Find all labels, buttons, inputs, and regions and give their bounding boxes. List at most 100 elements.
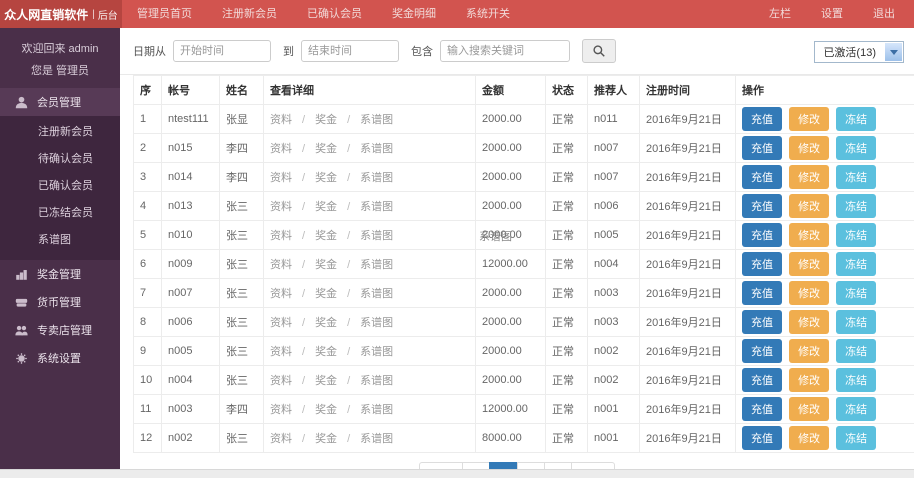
status-filter-select[interactable]: 已激活(13) [814, 41, 904, 63]
edit-button[interactable]: 修改 [789, 107, 829, 131]
member-submenu: 注册新会员 待确认会员 已确认会员 已冻结会员 系谱图 [0, 116, 120, 260]
bonus-link[interactable]: 奖金 [315, 259, 337, 271]
bonus-link[interactable]: 奖金 [315, 317, 337, 329]
freeze-button[interactable]: 冻结 [836, 426, 876, 450]
bonus-link[interactable]: 奖金 [315, 114, 337, 126]
genealogy-link[interactable]: 系谱图 [360, 114, 393, 126]
bonus-link[interactable]: 奖金 [315, 346, 337, 358]
edit-button[interactable]: 修改 [789, 397, 829, 421]
edit-button[interactable]: 修改 [789, 368, 829, 392]
genealogy-link[interactable]: 系谱图 [360, 172, 393, 184]
topnav-bonus-detail[interactable]: 奖金明细 [377, 0, 451, 28]
app-logo[interactable]: 众人网直销软件 | 后台 [0, 0, 122, 28]
sidebar-item-bonus-management[interactable]: 奖金管理 [0, 260, 120, 288]
profile-link[interactable]: 资料 [270, 433, 292, 445]
genealogy-link[interactable]: 系谱图 [360, 230, 393, 242]
recharge-button[interactable]: 充值 [742, 194, 782, 218]
recharge-button[interactable]: 充值 [742, 339, 782, 363]
freeze-button[interactable]: 冻结 [836, 310, 876, 334]
edit-button[interactable]: 修改 [789, 426, 829, 450]
topnav-system-switch[interactable]: 系统开关 [451, 0, 525, 28]
profile-link[interactable]: 资料 [270, 288, 292, 300]
recharge-button[interactable]: 充值 [742, 281, 782, 305]
profile-link[interactable]: 资料 [270, 172, 292, 184]
profile-link[interactable]: 资料 [270, 114, 292, 126]
profile-link[interactable]: 资料 [270, 230, 292, 242]
bonus-link[interactable]: 奖金 [315, 288, 337, 300]
sidebar-item-register-new-member[interactable]: 注册新会员 [0, 119, 120, 146]
edit-button[interactable]: 修改 [789, 281, 829, 305]
topnav-settings[interactable]: 设置 [806, 0, 858, 28]
sidebar-item-confirmed-members[interactable]: 已确认会员 [0, 173, 120, 200]
topnav-admin-home[interactable]: 管理员首页 [122, 0, 207, 28]
bonus-link[interactable]: 奖金 [315, 404, 337, 416]
genealogy-link[interactable]: 系谱图 [360, 346, 393, 358]
edit-button[interactable]: 修改 [789, 252, 829, 276]
freeze-button[interactable]: 冻结 [836, 397, 876, 421]
bonus-link[interactable]: 奖金 [315, 172, 337, 184]
edit-button[interactable]: 修改 [789, 194, 829, 218]
sidebar-item-member-management[interactable]: 会员管理 [0, 88, 120, 116]
bonus-link[interactable]: 奖金 [315, 201, 337, 213]
recharge-button[interactable]: 充值 [742, 107, 782, 131]
cell-actions: 充值 修改 冻结 [736, 250, 914, 279]
topnav-left-column[interactable]: 左栏 [754, 0, 806, 28]
genealogy-link[interactable]: 系谱图 [360, 143, 393, 155]
sidebar-item-currency-management[interactable]: 货币管理 [0, 288, 120, 316]
freeze-button[interactable]: 冻结 [836, 165, 876, 189]
recharge-button[interactable]: 充值 [742, 136, 782, 160]
freeze-button[interactable]: 冻结 [836, 223, 876, 247]
recharge-button[interactable]: 充值 [742, 310, 782, 334]
profile-link[interactable]: 资料 [270, 259, 292, 271]
freeze-button[interactable]: 冻结 [836, 252, 876, 276]
edit-button[interactable]: 修改 [789, 223, 829, 247]
freeze-button[interactable]: 冻结 [836, 194, 876, 218]
recharge-button[interactable]: 充值 [742, 252, 782, 276]
profile-link[interactable]: 资料 [270, 317, 292, 329]
search-button[interactable] [582, 39, 616, 63]
freeze-button[interactable]: 冻结 [836, 107, 876, 131]
sidebar-item-pending-members[interactable]: 待确认会员 [0, 146, 120, 173]
edit-button[interactable]: 修改 [789, 339, 829, 363]
profile-link[interactable]: 资料 [270, 404, 292, 416]
bonus-link[interactable]: 奖金 [315, 433, 337, 445]
genealogy-link[interactable]: 系谱图 [360, 201, 393, 213]
topnav-register-member[interactable]: 注册新会员 [207, 0, 292, 28]
sidebar-item-frozen-members[interactable]: 已冻结会员 [0, 200, 120, 227]
profile-link[interactable]: 资料 [270, 375, 292, 387]
bonus-link[interactable]: 奖金 [315, 375, 337, 387]
keyword-input[interactable] [440, 40, 570, 62]
topnav-confirmed-members[interactable]: 已确认会员 [292, 0, 377, 28]
date-from-input[interactable] [173, 40, 271, 62]
sidebar-item-genealogy[interactable]: 系谱图 [0, 227, 120, 254]
freeze-button[interactable]: 冻结 [836, 339, 876, 363]
contain-label: 包含 [411, 43, 433, 59]
profile-link[interactable]: 资料 [270, 201, 292, 213]
recharge-button[interactable]: 充值 [742, 426, 782, 450]
bonus-link[interactable]: 奖金 [315, 143, 337, 155]
freeze-button[interactable]: 冻结 [836, 281, 876, 305]
recharge-button[interactable]: 充值 [742, 397, 782, 421]
edit-button[interactable]: 修改 [789, 310, 829, 334]
recharge-button[interactable]: 充值 [742, 368, 782, 392]
freeze-button[interactable]: 冻结 [836, 368, 876, 392]
profile-link[interactable]: 资料 [270, 143, 292, 155]
edit-button[interactable]: 修改 [789, 165, 829, 189]
genealogy-link[interactable]: 系谱图 [360, 288, 393, 300]
genealogy-link[interactable]: 系谱图 [360, 375, 393, 387]
sidebar-item-system-settings[interactable]: 系统设置 [0, 344, 120, 372]
profile-link[interactable]: 资料 [270, 346, 292, 358]
recharge-button[interactable]: 充值 [742, 223, 782, 247]
genealogy-link[interactable]: 系谱图 [360, 317, 393, 329]
genealogy-link[interactable]: 系谱图 [360, 433, 393, 445]
genealogy-link[interactable]: 系谱图 [360, 259, 393, 271]
edit-button[interactable]: 修改 [789, 136, 829, 160]
cell-referrer: n002 [588, 337, 640, 366]
genealogy-link[interactable]: 系谱图 [360, 404, 393, 416]
date-to-input[interactable] [301, 40, 399, 62]
bonus-link[interactable]: 奖金 [315, 230, 337, 242]
sidebar-item-store-management[interactable]: 专卖店管理 [0, 316, 120, 344]
recharge-button[interactable]: 充值 [742, 165, 782, 189]
topnav-logout[interactable]: 退出 [858, 0, 910, 28]
freeze-button[interactable]: 冻结 [836, 136, 876, 160]
